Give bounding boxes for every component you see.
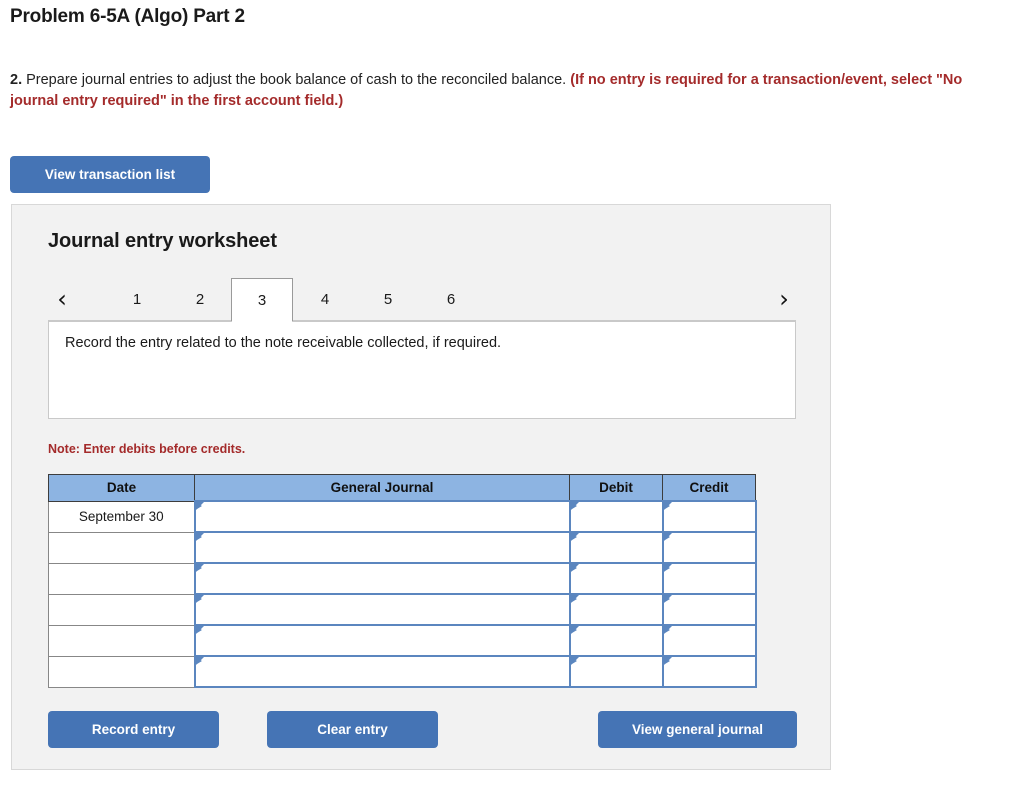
general-journal-input-1[interactable]	[193, 500, 571, 533]
worksheet-title: Journal entry worksheet	[48, 230, 277, 252]
tab-5[interactable]: 5	[357, 278, 419, 321]
tab-1[interactable]: 1	[106, 278, 168, 321]
debit-input-2[interactable]	[568, 531, 664, 564]
column-header-debit: Debit	[569, 474, 663, 502]
general-journal-input-2[interactable]	[193, 531, 571, 564]
column-header-date: Date	[48, 474, 195, 502]
clear-entry-button[interactable]: Clear entry	[267, 711, 438, 748]
journal-entry-table: Date General Journal Debit Credit Septem…	[48, 474, 757, 688]
date-cell-4[interactable]	[48, 593, 195, 626]
table-row	[48, 593, 757, 626]
general-journal-input-6[interactable]	[193, 655, 571, 688]
tab-6[interactable]: 6	[420, 278, 482, 321]
table-row	[48, 624, 757, 657]
debit-input-5[interactable]	[568, 624, 664, 657]
prompt-text: Record the entry related to the note rec…	[65, 335, 502, 351]
table-row	[48, 531, 757, 564]
view-general-journal-button[interactable]: View general journal	[598, 711, 797, 748]
view-transaction-list-button[interactable]: View transaction list	[10, 156, 210, 193]
instruction-paragraph: 2. Prepare journal entries to adjust the…	[10, 70, 1010, 112]
credit-input-1[interactable]	[661, 500, 757, 533]
credit-input-2[interactable]	[661, 531, 757, 564]
general-journal-input-3[interactable]	[193, 562, 571, 595]
table-row: September 30	[48, 500, 757, 533]
credit-input-4[interactable]	[661, 593, 757, 626]
instruction-number: 2.	[10, 72, 23, 88]
credit-input-5[interactable]	[661, 624, 757, 657]
date-cell-5[interactable]	[48, 624, 195, 657]
journal-entry-worksheet-panel: Journal entry worksheet ‹ 1 2 3 4 5 6 › …	[11, 204, 831, 770]
credit-input-3[interactable]	[661, 562, 757, 595]
chevron-right-icon[interactable]: ›	[770, 281, 798, 317]
table-row	[48, 655, 757, 688]
tab-3[interactable]: 3	[231, 278, 293, 322]
general-journal-input-4[interactable]	[193, 593, 571, 626]
tab-4[interactable]: 4	[294, 278, 356, 321]
prompt-box: Record the entry related to the note rec…	[48, 321, 796, 419]
instruction-body: Prepare journal entries to adjust the bo…	[22, 72, 571, 88]
debit-input-4[interactable]	[568, 593, 664, 626]
column-header-credit: Credit	[662, 474, 756, 502]
column-header-general-journal: General Journal	[194, 474, 570, 502]
general-journal-input-5[interactable]	[193, 624, 571, 657]
chevron-left-icon[interactable]: ‹	[48, 281, 76, 317]
date-cell-1[interactable]: September 30	[48, 500, 195, 533]
date-cell-3[interactable]	[48, 562, 195, 595]
page-title: Problem 6-5A (Algo) Part 2	[10, 6, 245, 27]
debit-input-6[interactable]	[568, 655, 664, 688]
table-row	[48, 562, 757, 595]
debit-input-3[interactable]	[568, 562, 664, 595]
table-header-row: Date General Journal Debit Credit	[48, 474, 756, 502]
record-entry-button[interactable]: Record entry	[48, 711, 219, 748]
credit-input-6[interactable]	[661, 655, 757, 688]
debits-before-credits-note: Note: Enter debits before credits.	[48, 442, 246, 456]
date-cell-6[interactable]	[48, 655, 195, 688]
tab-2[interactable]: 2	[169, 278, 231, 321]
debit-input-1[interactable]	[568, 500, 664, 533]
date-cell-2[interactable]	[48, 531, 195, 564]
